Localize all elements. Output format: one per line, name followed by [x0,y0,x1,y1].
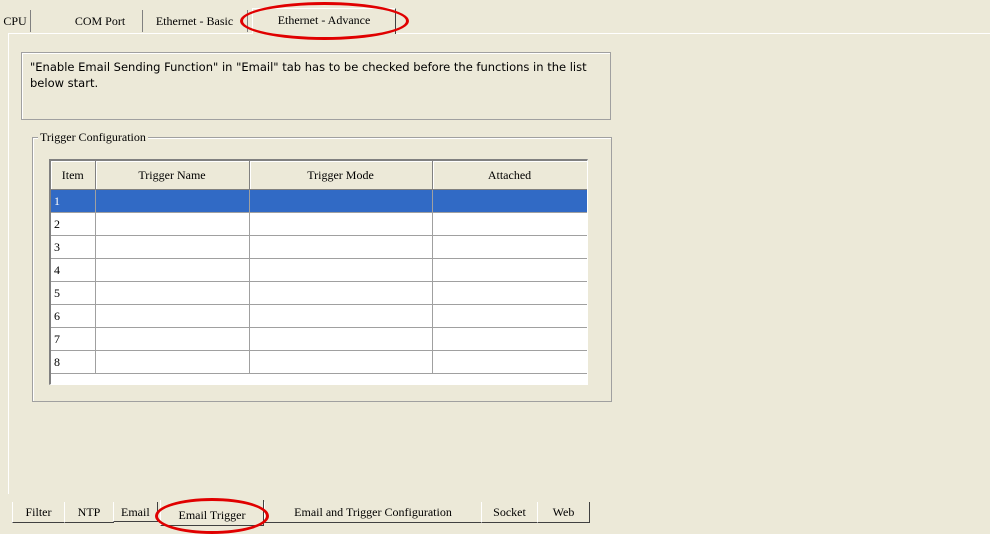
tab-filter[interactable]: Filter [12,502,65,523]
trigger-table: Item Trigger Name Trigger Mode Attached … [51,161,587,374]
notice-box: "Enable Email Sending Function" in "Emai… [21,52,611,120]
table-row[interactable]: 4 [51,258,587,282]
cell-trigger-mode[interactable] [249,350,433,374]
cell-attached[interactable] [432,258,587,282]
cell-trigger-name[interactable] [95,258,250,282]
table-row[interactable]: 3 [51,235,587,259]
top-tab-strip: CPU COM Port Ethernet - Basic Ethernet -… [0,0,990,36]
tab-ethernet-basic[interactable]: Ethernet - Basic [142,10,248,32]
cell-item[interactable]: 4 [51,258,96,282]
cell-trigger-mode[interactable] [249,327,433,351]
cell-trigger-name[interactable] [95,350,250,374]
cell-item[interactable]: 2 [51,212,96,236]
cell-item[interactable]: 1 [51,189,96,213]
table-row[interactable]: 5 [51,281,587,305]
column-header-trigger-name[interactable]: Trigger Name [95,161,250,190]
cell-item[interactable]: 3 [51,235,96,259]
tab-socket[interactable]: Socket [481,502,538,523]
tab-ethernet-advance[interactable]: Ethernet - Advance [252,8,396,34]
cell-item[interactable]: 6 [51,304,96,328]
tab-com-port[interactable]: COM Port [58,10,143,32]
cell-attached[interactable] [432,304,587,328]
column-header-attached[interactable]: Attached [432,161,587,190]
tab-email-and-trigger-configuration[interactable]: Email and Trigger Configuration [264,502,482,523]
notice-text: "Enable Email Sending Function" in "Emai… [30,60,587,90]
cell-item[interactable]: 5 [51,281,96,305]
cell-attached[interactable] [432,350,587,374]
table-row[interactable]: 6 [51,304,587,328]
cell-item[interactable]: 8 [51,350,96,374]
table-header-row: Item Trigger Name Trigger Mode Attached [51,161,587,190]
cell-trigger-mode[interactable] [249,281,433,305]
tab-web[interactable]: Web [537,502,590,523]
tab-cpu[interactable]: CPU [0,10,31,32]
cell-trigger-mode[interactable] [249,235,433,259]
cell-attached[interactable] [432,327,587,351]
cell-attached[interactable] [432,212,587,236]
table-row[interactable]: 1 [51,189,587,213]
cell-attached[interactable] [432,235,587,259]
cell-item[interactable]: 7 [51,327,96,351]
cell-trigger-name[interactable] [95,327,250,351]
cell-trigger-mode[interactable] [249,189,433,213]
cell-attached[interactable] [432,281,587,305]
group-legend: Trigger Configuration [38,130,148,144]
tab-ntp[interactable]: NTP [64,502,114,523]
cell-trigger-name[interactable] [95,235,250,259]
cell-trigger-name[interactable] [95,304,250,328]
cell-trigger-name[interactable] [95,212,250,236]
table-row[interactable]: 7 [51,327,587,351]
bottom-tab-strip: Filter NTP Email Email Trigger Email and… [0,498,990,528]
trigger-grid[interactable]: Item Trigger Name Trigger Mode Attached … [49,159,588,385]
cell-trigger-name[interactable] [95,189,250,213]
cell-trigger-mode[interactable] [249,258,433,282]
table-row[interactable]: 2 [51,212,587,236]
cell-attached[interactable] [432,189,587,213]
cell-trigger-name[interactable] [95,281,250,305]
column-header-trigger-mode[interactable]: Trigger Mode [249,161,433,190]
column-header-item[interactable]: Item [51,161,96,190]
cell-trigger-mode[interactable] [249,212,433,236]
tab-email[interactable]: Email [113,502,158,522]
cell-trigger-mode[interactable] [249,304,433,328]
table-row[interactable]: 8 [51,350,587,374]
tab-email-trigger[interactable]: Email Trigger [160,500,264,526]
